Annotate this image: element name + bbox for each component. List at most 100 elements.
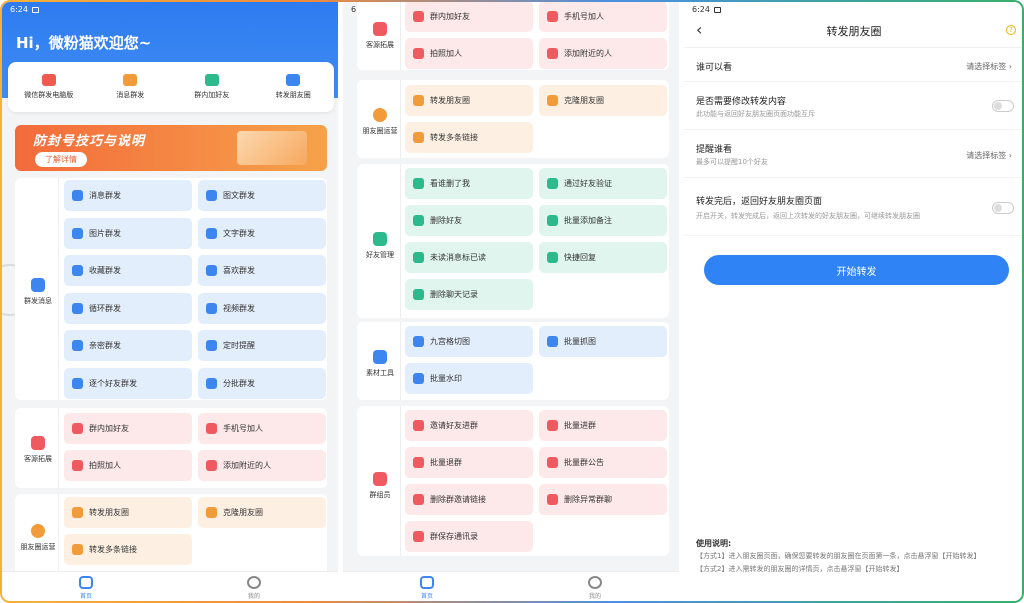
forward-moments-panel: 6:24 ‹ 转发朋友圈 ? 谁可以看 请选择标签 › 是否需要修改转发内容 此… [684,2,1022,601]
setting-title: 转发完后，返回好友朋友圈页面 [696,197,823,207]
friend-feature-button[interactable]: 快捷回复 [539,242,667,273]
tool-feature-button[interactable]: 九宫格切图 [405,326,533,357]
source-feature-button[interactable]: 拍照加人 [405,38,533,69]
friend-feature-button[interactable]: 删除聊天记录 [405,279,533,310]
source-feature-button[interactable]: 添加附近的人 [539,38,667,69]
status-time: 6:24 [10,5,28,14]
button-label: 转发朋友圈 [89,508,129,517]
msg-feature-button[interactable]: 定时提醒 [198,330,326,361]
msg-feature-button[interactable]: 循环群发 [64,292,192,324]
friend-feature-button[interactable]: 看谁删了我 [405,168,533,199]
page-header: ‹ 转发朋友圈 ? [684,14,1022,48]
quick-action-label: 消息群发 [116,91,145,99]
back-arrow-icon[interactable]: ‹ [696,20,702,39]
moments-feature-button[interactable]: 克隆朋友圈 [198,497,326,528]
nav-home-label: 首页 [420,592,433,600]
select-tag-link[interactable]: 请选择标签 › [966,150,1012,161]
button-label: 删除聊天记录 [430,290,478,299]
quick-action-0[interactable]: 微信群发电脑版 [9,74,89,100]
quick-actions: 微信群发电脑版 消息群发 群内加好友 转发朋友圈 [8,62,334,112]
group-feature-button[interactable]: 删除群邀请链接 [405,484,533,515]
group-label-messages: 群发消息 [15,278,61,306]
msg-feature-button[interactable]: 逐个好友群发 [64,367,192,399]
moments-feature-button[interactable]: 转发朋友圈 [64,497,192,528]
help-icon[interactable]: ? [1006,25,1016,35]
msg-feature-button[interactable]: 视频群发 [198,292,326,324]
setting-subtitle: 最多可以提醒10个好友 [696,158,768,166]
anti-ban-banner[interactable]: 防封号技巧与说明 了解详情 [15,125,327,171]
friend-feature-button[interactable]: 批量添加备注 [539,205,667,236]
tool-feature-button[interactable]: 批量抓图 [539,326,667,357]
button-label: 分批群发 [223,378,255,388]
group-feature-button[interactable]: 批量退群 [405,447,533,478]
group-feature-button[interactable]: 群保存通讯录 [405,521,533,552]
msg-feature-button[interactable]: 消息群发 [64,180,192,211]
moments-feature-icon [547,95,558,106]
quick-action-1[interactable]: 消息群发 [90,74,170,100]
msg-feature-button[interactable]: 文字群发 [198,217,326,249]
msg-feature-button[interactable]: 图片群发 [64,217,192,249]
button-label: 快捷回复 [564,253,596,262]
face-icon [588,575,602,589]
source-feature-icon [547,11,558,22]
moments-feature-button[interactable]: 转发朋友圈 [405,85,533,116]
nav-mine[interactable]: 我的 [588,575,602,600]
select-tag-link[interactable]: 请选择标签 › [966,61,1012,72]
group-label-text: 群组员 [369,491,391,499]
source-feature-button[interactable]: 手机号加人 [539,2,667,32]
source-feature-icon [413,11,424,22]
group-label-text: 客源拓展 [366,41,394,49]
source-feature-button[interactable]: 拍照加人 [64,450,192,481]
nav-home[interactable]: 首页 [420,575,434,600]
msg-feature-button[interactable]: 图文群发 [198,180,326,211]
button-label: 邀请好友进群 [430,421,478,430]
source-feature-button[interactable]: 添加附近的人 [198,450,326,481]
tool-feature-button[interactable]: 批量水印 [405,363,533,394]
source-feature-button[interactable]: 手机号加人 [198,413,326,444]
button-label: 克隆朋友圈 [564,96,604,105]
friend-feature-button[interactable]: 未读消息标已读 [405,242,533,273]
nav-mine-label: 我的 [588,592,601,600]
source-feature-button[interactable]: 群内加好友 [405,2,533,32]
group-label-text: 客源拓展 [24,455,52,463]
friend-feature-button[interactable]: 删除好友 [405,205,533,236]
modify-content-toggle[interactable] [992,100,1014,112]
setting-remind-who[interactable]: 提醒谁看 最多可以提醒10个好友 请选择标签 › [684,130,1022,178]
msg-feature-icon [206,340,217,351]
nav-home[interactable]: 首页 [79,575,93,600]
msg-feature-button[interactable]: 亲密群发 [64,330,192,361]
group-feature-button[interactable]: 邀请好友进群 [405,410,533,441]
home-panel: 6:24 Hi，微粉猫欢迎您~ 微信群发电脑版 消息群发 群内加好友 转发朋友圈 防封… [2,2,338,601]
msg-feature-icon [72,190,83,201]
friend-feature-button[interactable]: 通过好友验证 [539,168,667,199]
msg-feature-button[interactable]: 收藏群发 [64,255,192,286]
learn-more-button[interactable]: 了解详情 [35,152,87,167]
friend-manage-icon [373,232,387,246]
group-label-moments: 朋友圈运营 [357,108,403,136]
group-feature-icon [547,494,558,505]
refresh-icon [286,74,301,86]
quick-action-2[interactable]: 群内加好友 [172,74,252,100]
group-feature-button[interactable]: 批量群公告 [539,447,667,478]
source-feature-button[interactable]: 群内加好友 [64,413,192,444]
msg-feature-button[interactable]: 分批群发 [198,367,326,399]
start-forward-button[interactable]: 开始转发 [704,255,1009,285]
group-icon [373,472,387,486]
source-feature-icon [206,460,217,471]
moments-feature-button[interactable]: 转发多条链接 [405,122,533,153]
button-label: 拍照加人 [89,461,121,470]
moments-feature-button[interactable]: 克隆朋友圈 [539,85,667,116]
group-feature-button[interactable]: 批量进群 [539,410,667,441]
return-after-toggle[interactable] [992,202,1014,214]
msg-feature-button[interactable]: 喜欢群发 [198,255,326,286]
button-label: 添加附近的人 [564,49,612,58]
setting-who-can-see[interactable]: 谁可以看 请选择标签 › [684,48,1022,82]
group-feature-button[interactable]: 删除异常群聊 [539,484,667,515]
nav-mine[interactable]: 我的 [247,575,261,600]
moments-feature-button[interactable]: 转发多条链接 [64,534,192,565]
button-label: 定时提醒 [223,341,255,350]
group-feature-icon [413,494,424,505]
status-time: 6:24 [692,5,710,14]
button-label: 删除好友 [430,216,462,225]
quick-action-3[interactable]: 转发朋友圈 [253,74,333,100]
